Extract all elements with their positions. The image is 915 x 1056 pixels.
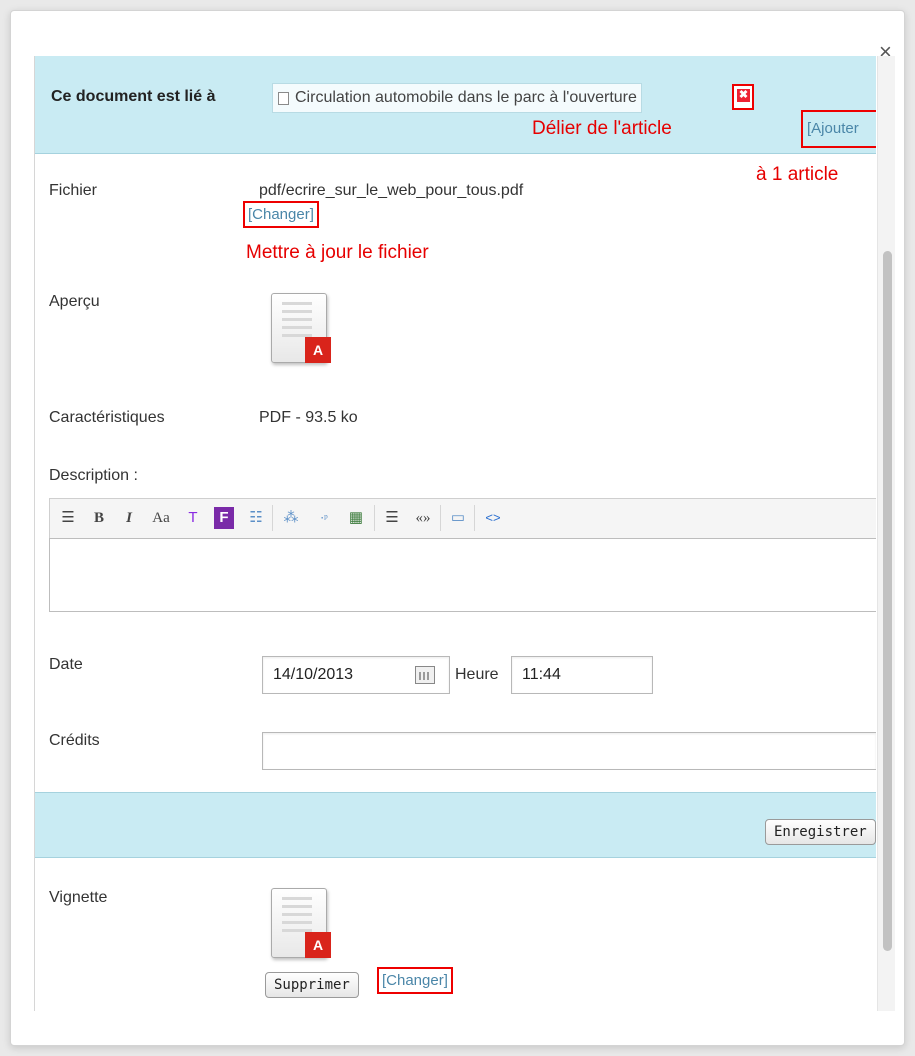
vertical-scrollbar[interactable] (877, 56, 895, 1011)
code-icon[interactable]: <> (482, 507, 504, 529)
time-value: 11:44 (522, 666, 561, 683)
image-icon[interactable]: ▭ (448, 507, 468, 529)
spell-icon[interactable]: ⁂ (280, 507, 302, 529)
description-label: Description : (49, 467, 138, 484)
credits-input[interactable] (262, 732, 876, 770)
specs-label: Caractéristiques (49, 409, 165, 426)
list-icon[interactable]: ☷ (246, 507, 266, 529)
pdf-badge-icon: A (305, 932, 331, 958)
linked-to-label: Ce document est lié à (51, 88, 216, 105)
calendar-icon[interactable] (415, 666, 435, 684)
time-input[interactable]: 11:44 (511, 656, 653, 694)
file-path: pdf/ecrire_sur_le_web_pour_tous.pdf (259, 182, 524, 199)
save-button[interactable]: Enregistrer (765, 819, 876, 845)
annotation-update-file: Mettre à jour le fichier (246, 242, 429, 263)
document-icon (278, 92, 289, 105)
thumbnail-label: Vignette (49, 889, 108, 906)
font-size-icon[interactable]: Aa (148, 507, 174, 529)
change-file-link[interactable]: [Changer] (243, 201, 319, 228)
preview-label: Aperçu (49, 293, 100, 310)
annotation-add-article: à 1 article (756, 164, 839, 185)
highlight-icon[interactable]: F (214, 507, 234, 529)
time-label: Heure (455, 666, 499, 683)
annotation-unlink: Délier de l'article (532, 118, 672, 139)
change-thumbnail-link[interactable]: [Changer] (377, 967, 453, 994)
date-value: 14/10/2013 (273, 666, 354, 683)
save-bar: Enregistrer (35, 792, 876, 858)
text-color-icon[interactable]: T (184, 507, 202, 529)
quote-icon[interactable]: «» (412, 507, 434, 529)
unlink-article-button[interactable]: ✖ (732, 84, 754, 110)
thumbnail-pdf-icon: A (271, 888, 335, 966)
add-to-article-link[interactable]: [Ajouter (801, 110, 876, 148)
date-label: Date (49, 656, 83, 673)
delete-thumbnail-button[interactable]: Supprimer (265, 972, 359, 998)
linked-article-title: Circulation automobile dans le parc à l'… (295, 89, 637, 106)
italic-icon[interactable]: I (120, 507, 138, 529)
blockquote-icon[interactable]: ☰ (382, 507, 402, 529)
document-edit-dialog: × Ce document est lié à Circulation auto… (10, 10, 905, 1046)
pdf-badge-icon: A (305, 337, 331, 363)
footnote-icon[interactable]: ⋅ᵖ (312, 507, 336, 529)
dialog-content: Ce document est lié à Circulation automo… (34, 56, 876, 1011)
linked-article[interactable]: Circulation automobile dans le parc à l'… (272, 83, 642, 113)
table-icon[interactable]: ▦ (346, 507, 366, 529)
pdf-preview-icon: A (271, 293, 335, 371)
editor-toolbar: ☰ B I Aa T F ☷ ⁂ ⋅ᵖ ▦ ☰ «» ▭ <> (49, 498, 876, 538)
description-editor[interactable] (49, 538, 876, 612)
credits-label: Crédits (49, 732, 100, 749)
specs-value: PDF - 93.5 ko (259, 409, 358, 426)
bold-icon[interactable]: B (90, 507, 108, 529)
file-label: Fichier (49, 182, 98, 199)
unlink-icon: ✖ (737, 89, 750, 102)
scrollbar-thumb[interactable] (883, 251, 892, 951)
linked-articles-bar: Ce document est lié à Circulation automo… (35, 56, 876, 154)
align-icon[interactable]: ☰ (58, 507, 78, 529)
